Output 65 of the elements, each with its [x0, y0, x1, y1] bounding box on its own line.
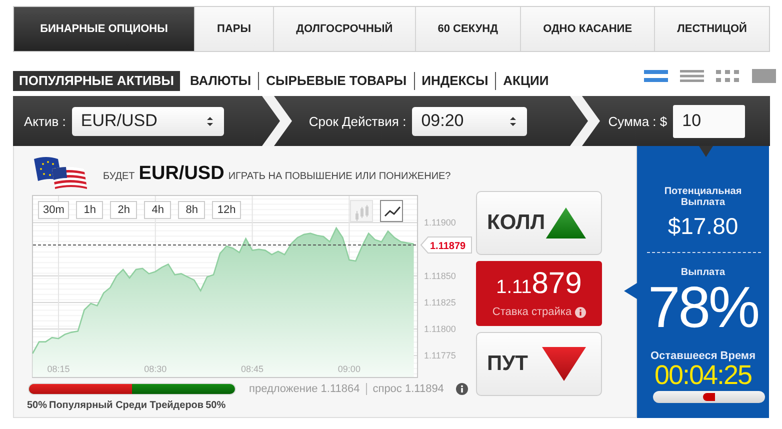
field-label: Актив : [24, 114, 66, 128]
product-tab[interactable]: ПАРЫ [194, 7, 274, 51]
product-tab[interactable]: ОДНО КАСАНИЕ [520, 7, 654, 51]
sentiment-label: Популярный Среди Трейдеров [49, 400, 204, 411]
candlestick-chart-button[interactable] [350, 200, 373, 222]
asset-name: EUR/USD [138, 163, 224, 185]
axis-label: 1.11900 [424, 218, 456, 228]
line-chart-button[interactable] [380, 200, 403, 222]
question-text: БУДЕТ [103, 171, 135, 182]
call-button[interactable]: КОЛЛ [476, 191, 602, 255]
payout-amount: $17.80 [666, 213, 740, 239]
range-button[interactable]: 1h [76, 201, 104, 219]
time-label: 08:45 [241, 364, 264, 374]
category-tab[interactable]: СЫРЬЕВЫЕ ТОВАРЫ [258, 72, 414, 90]
info-icon [574, 306, 586, 318]
tile-view-icon[interactable] [752, 68, 776, 82]
amount-field[interactable]: 10 [673, 104, 746, 138]
put-button[interactable]: ПУТ [476, 332, 602, 396]
payout-label: Потенциальная Выплата [663, 186, 743, 208]
ask-price: спрос 1.11894 [366, 383, 444, 395]
asset-select[interactable]: EUR/USD [72, 106, 224, 136]
info-icon [456, 383, 468, 395]
category-tab[interactable]: АКЦИИ [495, 72, 556, 90]
product-tab[interactable]: 60 СЕКУНД [414, 7, 520, 51]
time-label: 09:00 [338, 364, 360, 374]
category-tab[interactable]: ВАЛЮТЫ [182, 72, 258, 90]
down-triangle-icon [541, 346, 587, 382]
axis-label: 1.11800 [424, 324, 456, 334]
bid-price: предложение 1.11864 [249, 383, 360, 395]
dropdown-caret-icon [509, 116, 518, 126]
range-button[interactable]: 30m [38, 201, 70, 219]
range-button[interactable]: 8h [178, 201, 206, 219]
wide-list-view-icon[interactable] [644, 68, 668, 82]
range-button[interactable]: 12h [212, 201, 241, 219]
strike-label: Ставка страйка [492, 306, 572, 318]
ref-line-label: 1.11879 [430, 241, 466, 252]
category-tab[interactable]: ПОПУЛЯРНЫЕ АКТИВЫ [13, 70, 180, 90]
time-label: Оставшееся Время [650, 351, 756, 362]
list-view-icon[interactable] [680, 68, 704, 82]
product-tab[interactable]: ДОЛГОСРОЧНЫЙ [273, 7, 415, 51]
axis-label: 1.11825 [424, 297, 456, 308]
field-label: Сумма : $ [608, 114, 668, 128]
sentiment-percent: 50% [27, 400, 48, 411]
category-tab[interactable]: ИНДЕКСЫ [414, 72, 496, 90]
countdown-timer: 00:04:25 [653, 362, 752, 389]
grid-view-icon[interactable] [716, 68, 740, 82]
payout-label: Выплата [680, 267, 726, 278]
product-tab[interactable]: БИНАРНЫЕ ОПЦИОНЫ [14, 7, 194, 51]
axis-label: 1.11775 [424, 350, 456, 361]
sentiment-percent: 50% [206, 400, 226, 411]
axis-label: 1.11850 [424, 270, 456, 281]
up-triangle-icon [545, 205, 587, 241]
time-label: 08:30 [144, 364, 167, 374]
payout-rate: 78% [646, 277, 760, 339]
expiry-select[interactable]: 09:20 [412, 106, 528, 136]
dropdown-caret-icon [206, 116, 214, 126]
question-text: ИГРАТЬ НА ПОВЫШЕНИЕ ИЛИ ПОНИЖЕНИЕ? [228, 171, 451, 182]
range-button[interactable]: 4h [144, 201, 172, 219]
strike-price: 1.11879 [496, 269, 582, 302]
time-label: 08:15 [47, 364, 70, 374]
field-label: Срок Действия : [308, 114, 406, 128]
range-button[interactable]: 2h [110, 201, 138, 219]
down-pointer-icon [699, 146, 713, 157]
current-price-label: 1.11879 [420, 236, 472, 254]
product-tab[interactable]: ЛЕСТНИЦОЙ [654, 7, 770, 51]
